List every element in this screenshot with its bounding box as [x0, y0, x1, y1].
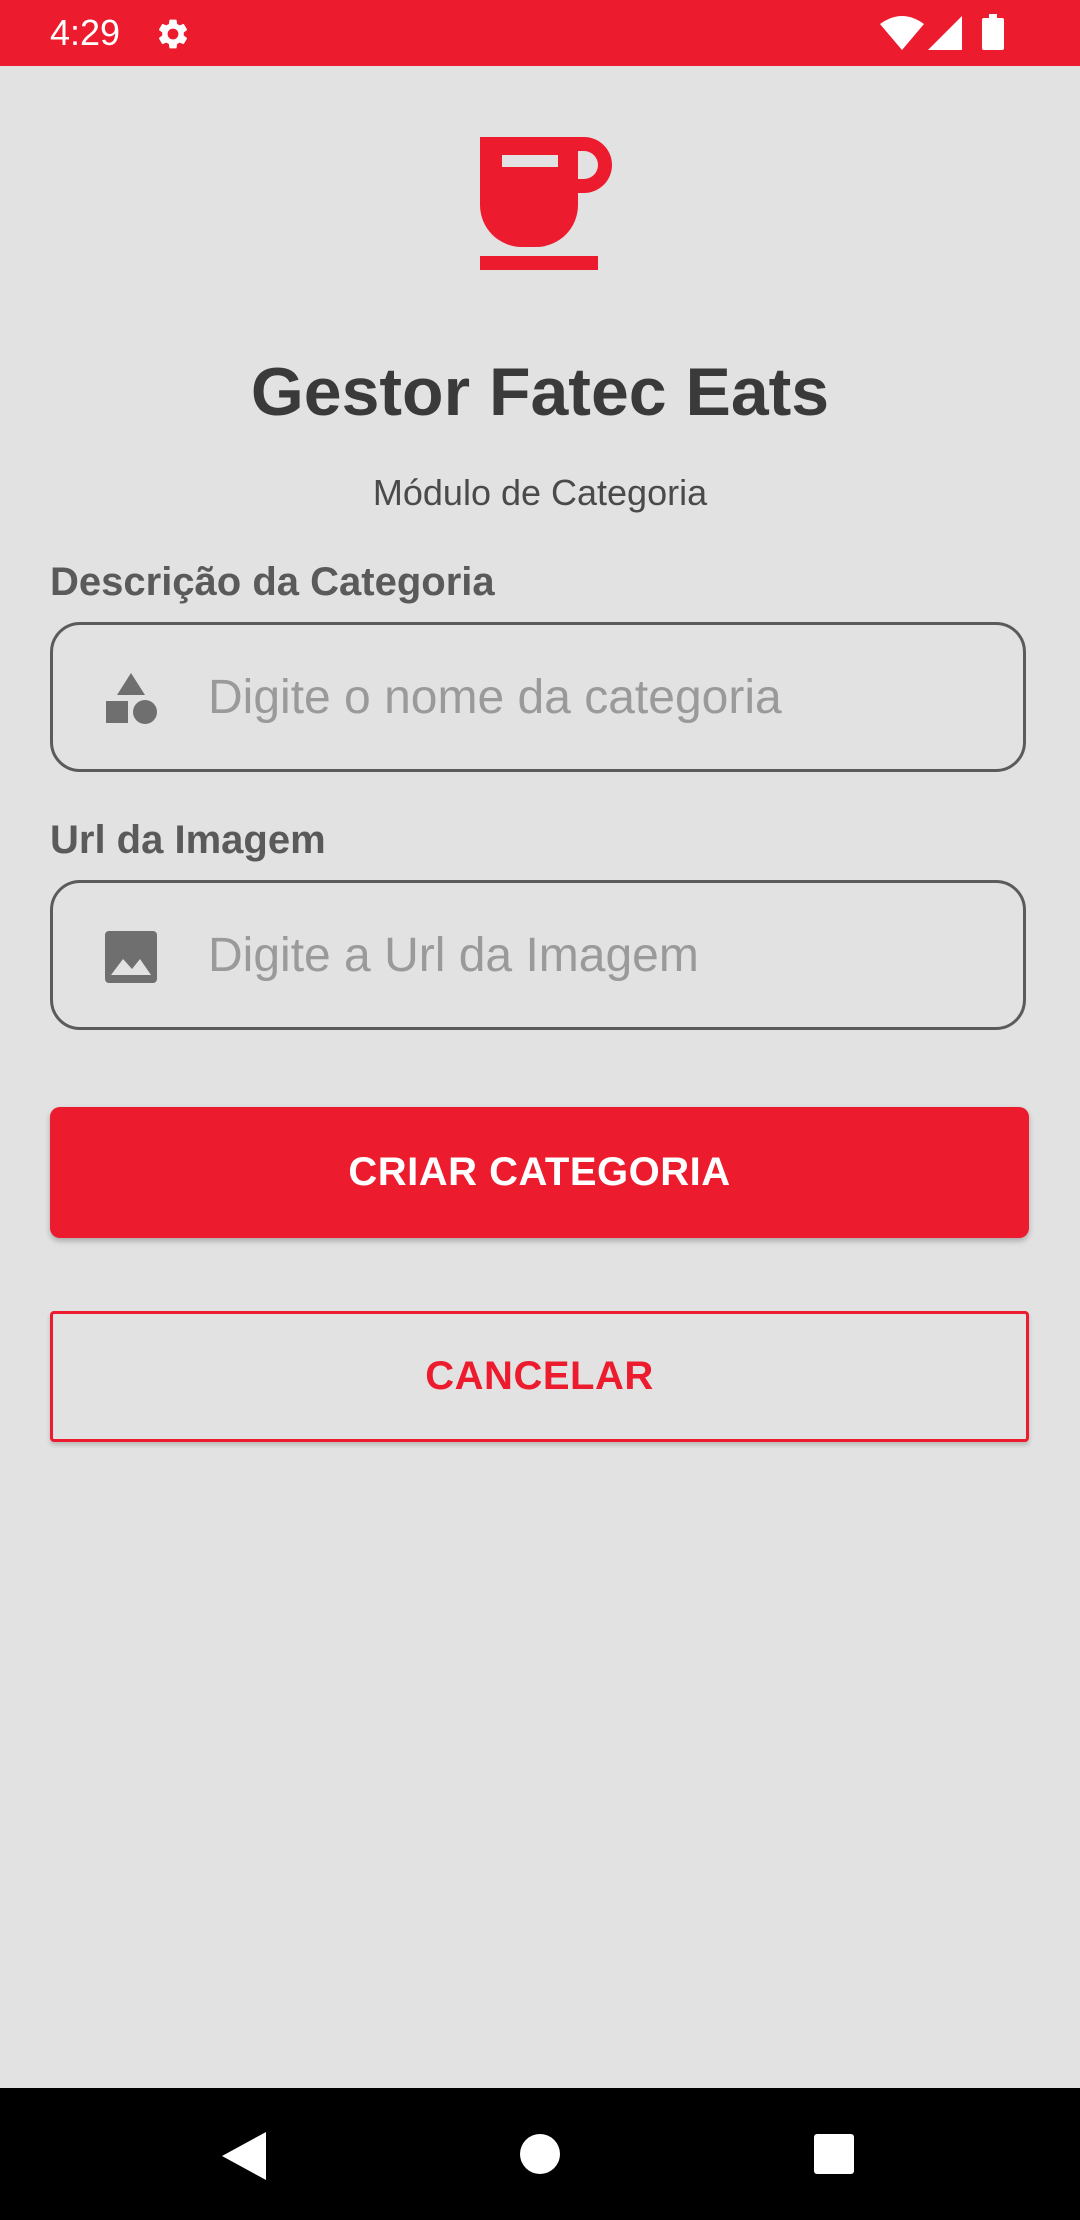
settings-gear-icon: [158, 19, 188, 49]
category-shapes-icon: [106, 673, 157, 724]
home-icon[interactable]: [519, 2133, 561, 2175]
wifi-icon: [880, 16, 924, 50]
create-category-button[interactable]: CRIAR CATEGORIA: [50, 1107, 1029, 1238]
navigation-bar: [0, 2088, 1080, 2220]
app-title: Gestor Fatec Eats: [250, 354, 830, 430]
screen: 4:29 Gestor Fatec Eats Módulo de Categor…: [0, 0, 1080, 2220]
app-subtitle: Módulo de Categoria: [372, 472, 708, 513]
image-url-field[interactable]: [50, 880, 1026, 1030]
image-icon: [105, 931, 157, 983]
cell-signal-icon: [928, 16, 962, 50]
category-description-label: Descrição da Categoria: [50, 560, 495, 604]
recents-icon[interactable]: [813, 2133, 855, 2175]
status-bar: 4:29: [0, 0, 1080, 66]
image-url-label: Url da Imagem: [50, 818, 326, 862]
category-description-field[interactable]: [50, 622, 1026, 772]
battery-icon: [982, 14, 1004, 50]
back-icon[interactable]: [220, 2130, 268, 2182]
category-description-input[interactable]: [208, 625, 988, 769]
status-time: 4:29: [50, 12, 121, 53]
image-url-input[interactable]: [208, 883, 988, 1027]
cancel-button[interactable]: CANCELAR: [50, 1311, 1029, 1442]
coffee-cup-icon: [480, 137, 612, 270]
